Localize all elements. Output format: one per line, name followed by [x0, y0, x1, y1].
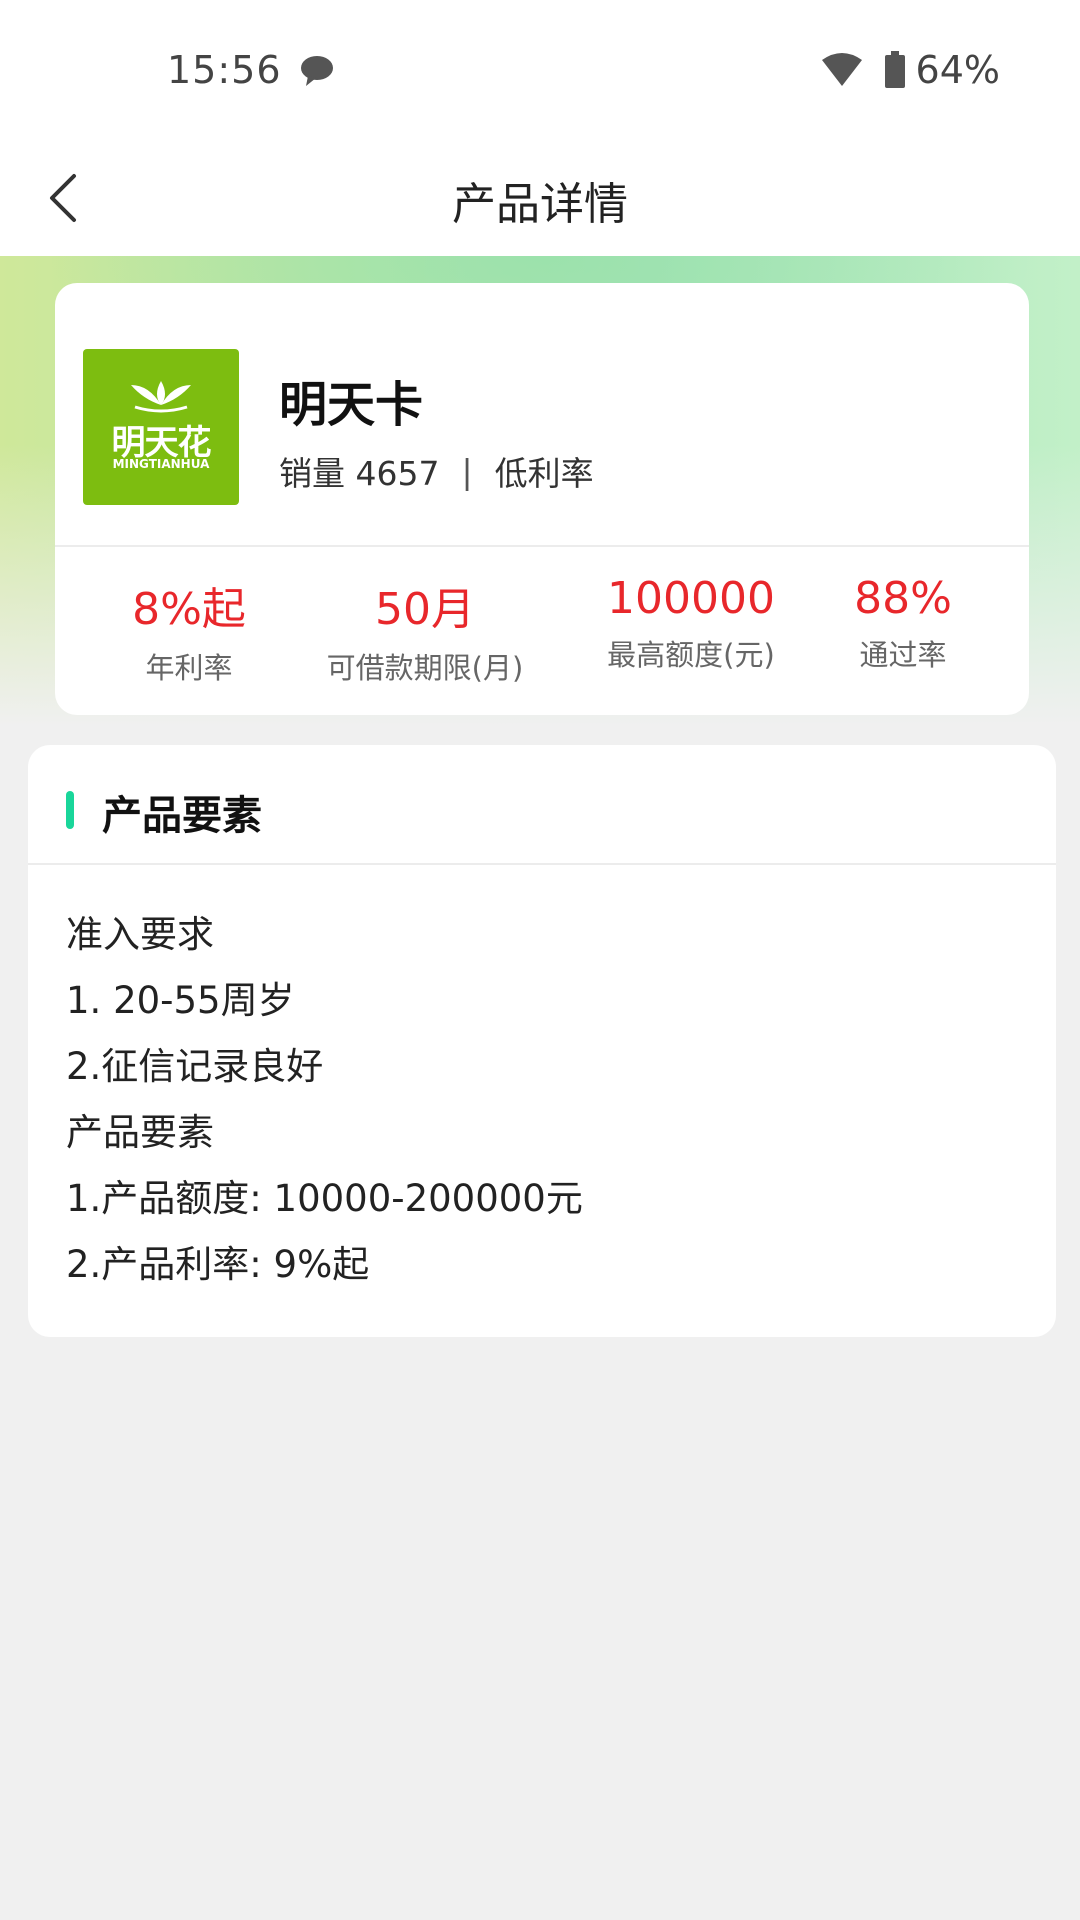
- stat-max-amount: 100000 最高额度(元): [607, 573, 775, 674]
- product-elements-card: 产品要素 准入要求 1. 20-55周岁 2.征信记录良好 产品要素 1.产品额…: [28, 745, 1056, 1337]
- section-accent-bar: [66, 791, 74, 829]
- content-line: 1. 20-55周岁: [66, 979, 295, 1022]
- status-indicators: 64%: [820, 48, 1000, 92]
- logo-subtext: MINGTIANHUA: [112, 457, 210, 471]
- wifi-icon: [820, 52, 864, 88]
- sales-count: 销量 4657: [279, 454, 440, 493]
- nav-bar: 产品详情: [0, 140, 1080, 256]
- battery-icon: [884, 51, 906, 89]
- page-title: 产品详情: [452, 179, 628, 230]
- stat-annual-rate: 8%起 年利率: [132, 573, 246, 687]
- product-name: 明天卡: [279, 377, 424, 433]
- content-line: 准入要求: [66, 913, 214, 956]
- stat-value: 100000: [607, 573, 775, 624]
- stat-value: 8%起: [132, 584, 246, 635]
- subtitle-divider: |: [461, 451, 473, 491]
- battery-percentage: 64%: [915, 48, 1000, 92]
- section-title: 产品要素: [102, 793, 262, 839]
- status-bar: 15:56 64%: [0, 0, 1080, 140]
- product-tag: 低利率: [494, 454, 594, 493]
- stat-label: 年利率: [145, 651, 233, 685]
- stat-pass-rate: 88% 通过率: [854, 573, 952, 674]
- content-line: 2.征信记录良好: [66, 1045, 324, 1088]
- product-subtitle: 销量 4657 | 低利率: [279, 447, 594, 495]
- product-logo: 明天花 MINGTIANHUA: [83, 349, 239, 505]
- product-card: 明天花 MINGTIANHUA 明天卡 销量 4657 | 低利率 8%起 年利…: [55, 283, 1029, 715]
- content-line: 产品要素: [66, 1111, 214, 1154]
- status-time: 15:56: [167, 48, 282, 92]
- section-divider: [28, 863, 1056, 865]
- chat-notification-icon: [298, 54, 336, 88]
- elements-content: 准入要求 1. 20-55周岁 2.征信记录良好 产品要素 1.产品额度: 10…: [66, 910, 583, 1306]
- stat-label: 通过率: [859, 638, 947, 672]
- stat-value: 50月: [374, 584, 475, 635]
- stat-label: 最高额度(元): [607, 638, 775, 672]
- stat-label: 可借款期限(月): [326, 651, 524, 685]
- content-line: 2.产品利率: 9%起: [66, 1243, 370, 1286]
- content-line: 1.产品额度: 10000-200000元: [66, 1177, 583, 1220]
- stat-loan-term: 50月 可借款期限(月): [327, 573, 524, 687]
- card-divider: [55, 545, 1029, 547]
- stat-value: 88%: [854, 573, 952, 624]
